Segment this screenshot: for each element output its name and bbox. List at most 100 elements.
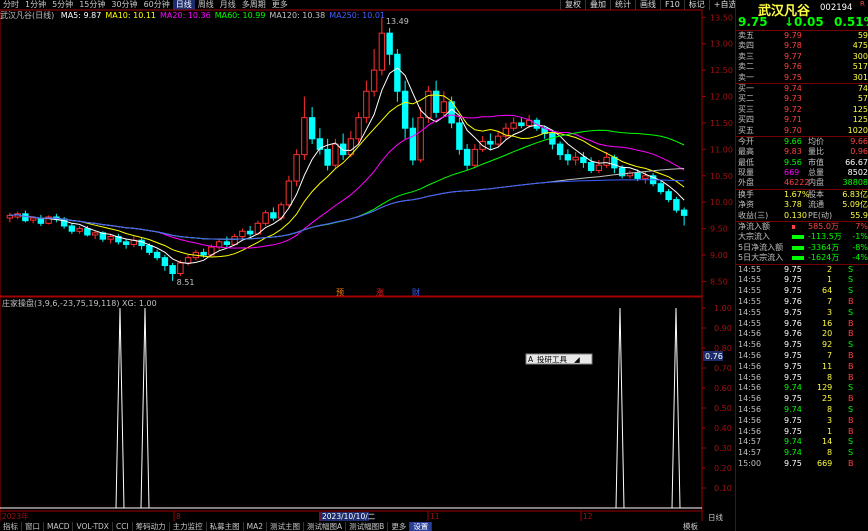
candle-body[interactable] [308, 117, 316, 140]
bid-row[interactable]: 买一 9.74 74 [736, 84, 868, 94]
candle-body[interactable] [146, 245, 153, 253]
candle-body[interactable] [587, 162, 595, 171]
candle-body[interactable] [471, 148, 479, 166]
float-tool-icon[interactable]: ◢ [574, 355, 580, 364]
kline-chart[interactable]: 13.50 13.00 12.50 12.00 11.50 11.00 10.50 10.00… [0, 0, 735, 531]
ask-row[interactable]: 卖一 9.75 301 [736, 73, 868, 83]
bottom-tab-11[interactable]: 测试幅图B [346, 522, 389, 531]
candle-body[interactable] [680, 209, 688, 216]
event-label[interactable]: 涨 [376, 287, 384, 297]
bottom-tab-8[interactable]: MA2 [244, 522, 268, 531]
candle-body[interactable] [487, 140, 494, 145]
candle-body[interactable] [665, 191, 672, 201]
candle-body[interactable] [37, 217, 45, 224]
flow-row: 5日大宗流入 -1624万 -4% [736, 253, 868, 263]
candle-body[interactable] [657, 183, 665, 193]
candle-body[interactable] [580, 156, 587, 164]
tick-list[interactable]: 14:55 9.75 2 S 14:55 9.75 1 S 14:55 9.75 64 S 14:55 9… [736, 263, 868, 470]
bottom-tab-13[interactable]: 设置 [410, 522, 433, 531]
candle-body[interactable] [246, 230, 254, 235]
candle-body[interactable] [6, 214, 14, 219]
candle-body[interactable] [510, 122, 517, 129]
candle-body[interactable] [29, 217, 37, 221]
bid-row[interactable]: 买五 9.70 1020 [736, 126, 868, 136]
bottom-tab-10[interactable]: 测试幅图A [304, 522, 347, 531]
candle-body[interactable] [409, 127, 417, 161]
bid-row[interactable]: 买三 9.72 125 [736, 105, 868, 115]
candle-body[interactable] [285, 180, 293, 206]
float-tool-a[interactable]: A [528, 355, 534, 364]
bottom-tab-6[interactable]: 主力监控 [170, 522, 207, 531]
candle-body[interactable] [463, 148, 471, 166]
bid-row[interactable]: 买四 9.71 125 [736, 115, 868, 125]
candle-body[interactable] [22, 213, 29, 222]
candle-body[interactable] [642, 175, 649, 179]
candle-body[interactable] [634, 172, 641, 179]
ask-row[interactable]: 卖二 9.76 517 [736, 62, 868, 72]
candle-body[interactable] [262, 212, 269, 224]
bottom-tab-5[interactable]: 筹码动力 [133, 522, 170, 531]
candle-body[interactable] [184, 257, 192, 264]
candle-body[interactable] [673, 199, 680, 211]
stat-value: 5.09亿 [842, 200, 868, 210]
bottom-tab-1[interactable]: 窗口 [22, 522, 44, 531]
bottom-tab-12[interactable]: 更多 [388, 522, 411, 531]
bottom-tab-0[interactable]: 指标 [0, 522, 22, 531]
candle-body[interactable] [355, 117, 362, 140]
candle-body[interactable] [107, 236, 114, 240]
bottom-tab-2[interactable]: MACD [44, 522, 74, 531]
candle-body[interactable] [324, 148, 331, 166]
candle-body[interactable] [84, 228, 91, 236]
candle-body[interactable] [91, 232, 99, 236]
tick-time: 14:56 [738, 329, 762, 339]
candle-body[interactable] [386, 32, 393, 55]
candle-body[interactable] [339, 143, 347, 156]
candle-body[interactable] [239, 230, 246, 238]
candle-body[interactable] [518, 122, 525, 127]
candle-body[interactable] [440, 101, 448, 113]
candle-body[interactable] [394, 53, 401, 92]
candle-body[interactable] [76, 228, 83, 232]
candle-body[interactable] [417, 117, 424, 161]
candle-body[interactable] [603, 156, 610, 166]
candle-body[interactable] [200, 251, 207, 256]
candle-body[interactable] [293, 154, 300, 182]
candle-body[interactable] [161, 257, 169, 267]
candle-body[interactable] [332, 143, 339, 166]
event-label[interactable]: 预 [336, 287, 344, 297]
candle-body[interactable] [378, 32, 386, 71]
float-tool[interactable]: A 投研工具 ◢ [525, 353, 593, 365]
stat-label: 总量 [808, 168, 824, 178]
candle-body[interactable] [572, 156, 579, 161]
bottom-tab-3[interactable]: VOL-TDX [73, 522, 113, 531]
candle-body[interactable] [177, 262, 184, 275]
bottom-tab-9[interactable]: 测试主图 [267, 522, 305, 531]
candle-body[interactable] [68, 225, 76, 232]
bottom-tab-4[interactable]: CCI [113, 522, 133, 531]
event-label[interactable]: 财 [412, 287, 420, 297]
candle-body[interactable] [153, 251, 161, 259]
candle-body[interactable] [564, 154, 572, 161]
candle-body[interactable] [494, 135, 502, 145]
candle-body[interactable] [215, 241, 223, 248]
candle-body[interactable] [169, 265, 176, 275]
candle-body[interactable] [122, 241, 130, 245]
candle-body[interactable] [456, 122, 463, 150]
tick-price: 9.74 [784, 437, 802, 447]
float-tool-label[interactable]: 投研工具 [537, 354, 567, 364]
candle-body[interactable] [556, 143, 564, 156]
candle-body[interactable] [595, 164, 603, 171]
candle-body[interactable] [370, 69, 378, 92]
low-price-label: 8.51 [177, 278, 195, 287]
bottom-tab-7[interactable]: 私募主图 [207, 522, 244, 531]
candle-body[interactable] [223, 241, 231, 245]
template-label[interactable]: 模板 [683, 522, 698, 531]
candle-body[interactable] [363, 90, 370, 119]
candle-body[interactable] [401, 90, 409, 129]
candle-body[interactable] [270, 212, 277, 219]
bid-row[interactable]: 买二 9.73 57 [736, 94, 868, 104]
ask-row[interactable]: 卖四 9.78 475 [736, 41, 868, 51]
ask-row[interactable]: 卖五 9.79 59 [736, 31, 868, 41]
ask-row[interactable]: 卖三 9.77 300 [736, 52, 868, 62]
candle-body[interactable] [301, 117, 308, 156]
